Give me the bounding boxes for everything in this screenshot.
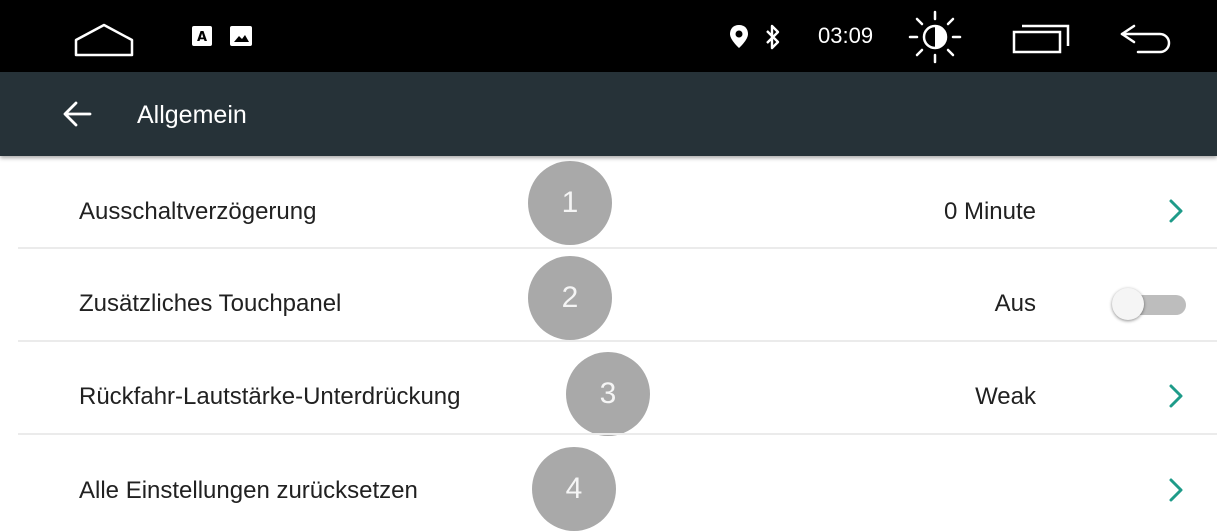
- arrow-left-icon[interactable]: [58, 96, 98, 132]
- setting-value: 0 Minute: [943, 198, 1036, 225]
- toggle-thumb: [1112, 288, 1144, 320]
- bluetooth-icon: [764, 24, 782, 50]
- image-icon: [230, 26, 252, 48]
- setting-label: Zusätzliches Touchpanel: [79, 290, 342, 317]
- number-badge: 2: [528, 256, 612, 340]
- back-icon[interactable]: [1118, 24, 1176, 54]
- keyboard-a-icon: A: [192, 26, 212, 48]
- home-icon[interactable]: [72, 22, 136, 58]
- number-badge: 3: [566, 352, 650, 436]
- number-badge: 1: [528, 161, 612, 245]
- svg-text:A: A: [197, 30, 207, 45]
- chevron-right-icon[interactable]: [1166, 198, 1186, 224]
- status-bar: A 03:09: [0, 0, 1217, 72]
- setting-row-extra-touchpanel[interactable]: Zusätzliches Touchpanel 2 Aus: [0, 249, 1217, 342]
- setting-row-reverse-volume[interactable]: Rückfahr-Lautstärke-Unterdrückung 3 Weak: [0, 342, 1217, 436]
- clock: 03:09: [818, 23, 874, 48]
- setting-value: Weak: [975, 383, 1036, 410]
- chevron-right-icon[interactable]: [1166, 477, 1186, 503]
- chevron-right-icon[interactable]: [1166, 383, 1186, 409]
- setting-row-reset-all[interactable]: Alle Einstellungen zurücksetzen 4: [0, 435, 1217, 531]
- setting-row-shutdown-delay[interactable]: Ausschaltverzögerung 1 0 Minute: [0, 156, 1217, 249]
- brightness-icon[interactable]: [906, 10, 964, 64]
- setting-label: Rückfahr-Lautstärke-Unterdrückung: [79, 383, 461, 410]
- touchpanel-toggle[interactable]: [1110, 286, 1190, 322]
- recent-apps-icon[interactable]: [1012, 22, 1074, 54]
- setting-value: Aus: [994, 290, 1036, 317]
- page-title: Allgemein: [137, 101, 247, 129]
- location-pin-icon: [728, 24, 750, 50]
- setting-label: Ausschaltverzögerung: [79, 198, 317, 225]
- number-badge: 4: [532, 447, 616, 531]
- app-bar: Allgemein: [0, 72, 1217, 156]
- setting-label: Alle Einstellungen zurücksetzen: [79, 477, 418, 504]
